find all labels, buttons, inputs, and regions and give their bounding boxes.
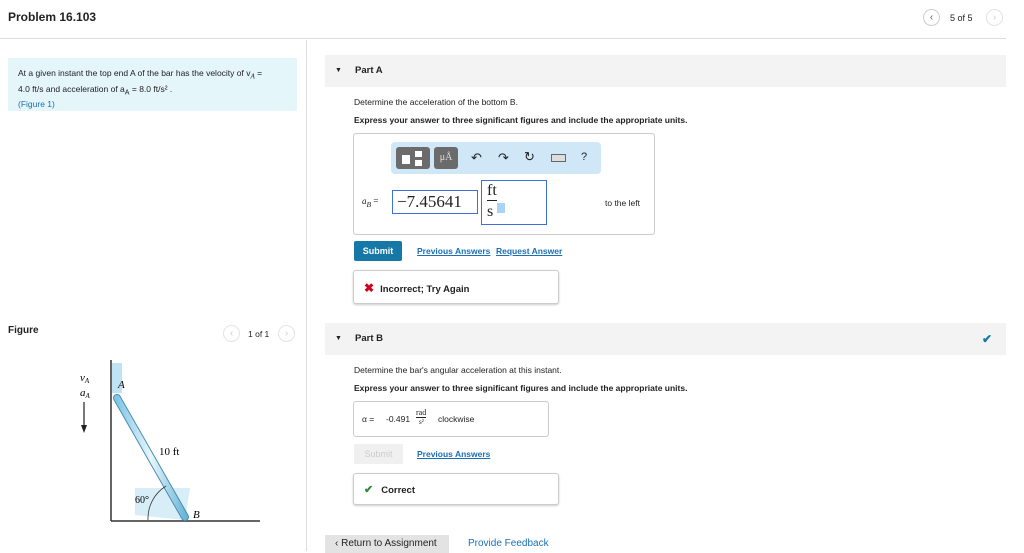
answer-box: α = -0.491 rad s² clockwise [353,401,549,437]
unit-numerator: ft [487,182,497,201]
provide-feedback-link[interactable]: Provide Feedback [468,538,549,549]
v-label: vA [80,372,90,385]
page-title: Problem 16.103 [8,10,97,24]
point-b-label: B [193,509,200,521]
divider [0,38,1006,39]
instruction: Express your answer to three significant… [354,383,688,393]
var-label: aB = [362,196,379,209]
reset-icon[interactable]: ↻ [524,149,535,165]
collapse-triangle-icon: ▼ [335,335,342,342]
next-figure-button[interactable]: › [278,325,295,342]
angle-label: 60° [135,495,149,506]
submit-button[interactable]: Submit [354,241,402,261]
button-label: Return to Assignment [341,538,437,549]
text: = 8.0 ft/s² . [129,83,173,94]
problem-statement: At a given instant the top end A of the … [8,58,297,111]
text: = [254,68,263,78]
instruction: Express your answer to three significant… [354,115,688,125]
prev-problem-button[interactable]: ‹ [923,9,940,26]
units-input[interactable]: ft s [481,180,547,225]
part-title: Part A [355,65,383,76]
unit-numerator: rad [416,408,427,418]
arrow-head [81,425,87,433]
correct-feedback: ✔ Correct [353,473,559,505]
divider [306,40,307,551]
previous-answers-link[interactable]: Previous Answers [417,246,490,256]
question: Determine the bar's angular acceleration… [354,365,562,375]
feedback-text: Correct [381,485,416,496]
var-label: α = [362,414,375,424]
text: At a given instant the top end A of the … [18,68,251,78]
next-problem-button[interactable]: › [986,9,1003,26]
figure-label: Figure [8,325,39,336]
request-answer-link[interactable]: Request Answer [496,246,562,256]
help-button[interactable]: ? [581,151,587,163]
checkmark-icon: ✔ [981,332,992,346]
cursor-placeholder [497,203,505,213]
return-to-assignment-button[interactable]: ‹ Return to Assignment [325,535,449,553]
part-b-header[interactable]: ▼ Part B ✔ [325,323,1006,355]
length-label: 10 ft [159,446,179,458]
prev-figure-button[interactable]: ‹ [223,325,240,342]
unit-denominator: s² [419,418,424,426]
submit-button-disabled: Submit [354,444,403,464]
value-input[interactable]: −7.45641 [392,190,478,214]
problem-pager: 5 of 5 [950,13,973,23]
templates-button[interactable] [396,147,430,169]
feedback-text: Incorrect; Try Again [380,284,470,295]
undo-icon[interactable]: ↶ [471,150,482,166]
part-a-header[interactable]: ▼ Part A [325,55,1006,87]
figure-pager: 1 of 1 [248,329,270,339]
units-button[interactable]: μÅ [434,147,458,169]
redo-icon[interactable]: ↷ [498,150,509,166]
text: 4.0 ft/s and acceleration of a [18,83,125,94]
direction-label: clockwise [438,414,475,424]
collapse-triangle-icon: ▼ [335,67,342,74]
previous-answers-link[interactable]: Previous Answers [417,449,490,459]
point-a-label: A [117,379,125,391]
math-toolbar: μÅ ↶ ↷ ↻ ? [391,142,601,174]
answer-box: μÅ ↶ ↷ ↻ ? aB = −7.45641 ft s to the lef… [353,133,655,235]
part-title: Part B [355,333,383,344]
error-x-icon: ✖ [364,281,375,295]
a-label: aA [80,387,91,400]
incorrect-feedback: ✖ Incorrect; Try Again [353,270,559,304]
figure-link[interactable]: (Figure 1) [18,98,287,110]
bar-figure: vA aA A B 10 ft 60° [80,360,260,522]
keyboard-icon[interactable] [551,154,566,162]
answer-value: -0.491 [386,414,411,424]
unit-denominator: s [487,203,494,220]
question: Determine the acceleration of the bottom… [354,97,518,107]
check-icon: ✔ [364,484,374,496]
direction-label: to the left [605,198,640,208]
